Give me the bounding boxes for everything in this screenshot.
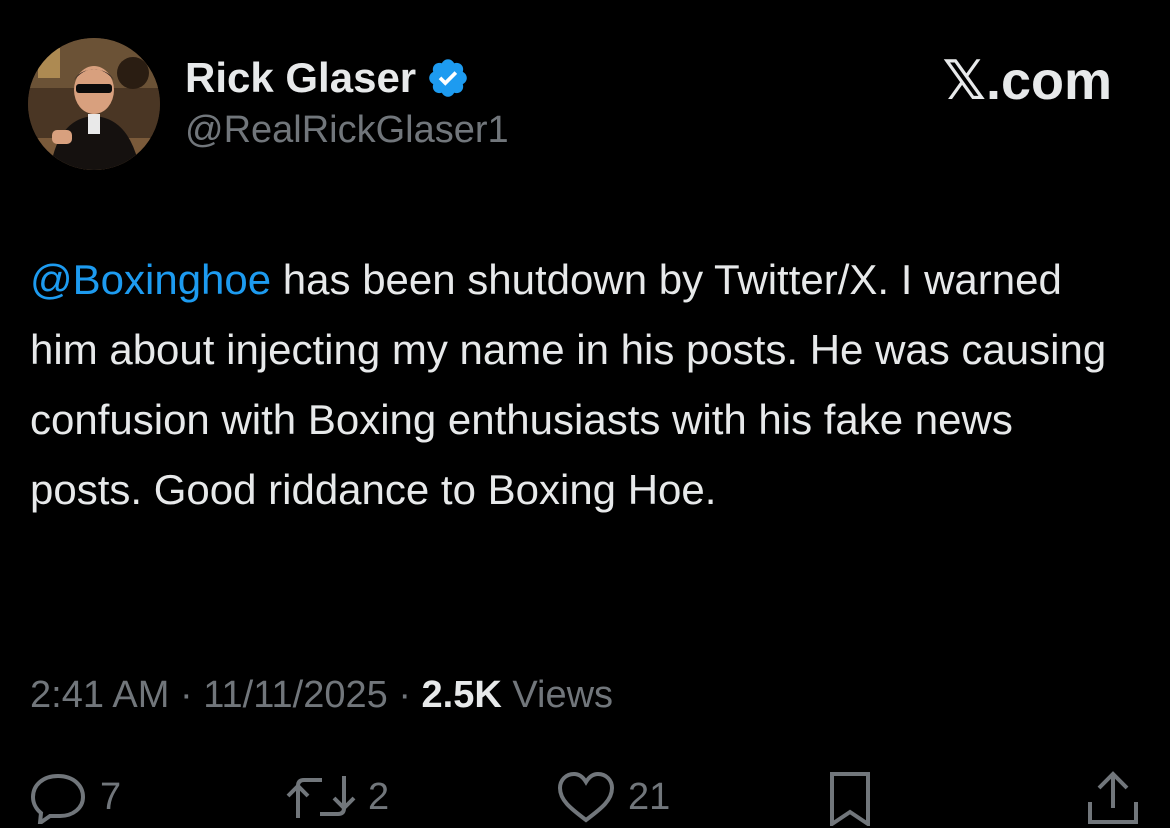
author-name-row[interactable]: Rick Glaser: [185, 52, 470, 104]
like-button[interactable]: 21: [556, 770, 670, 824]
tweet-body: @Boxinghoe has been shutdown by Twitter/…: [30, 245, 1130, 525]
brand-watermark: 𝕏.com: [942, 51, 1112, 111]
share-button[interactable]: [1086, 770, 1140, 826]
bookmark-button[interactable]: [826, 770, 874, 826]
avatar-image: [28, 38, 160, 170]
reply-button[interactable]: 7: [28, 770, 121, 824]
repost-count: 2: [368, 776, 390, 818]
verified-badge-icon: [426, 56, 470, 100]
views-count: 2.5K: [421, 674, 502, 716]
reply-icon: [28, 770, 88, 824]
bookmark-icon: [826, 770, 874, 826]
repost-icon: [286, 770, 356, 824]
tweet-time[interactable]: 2:41 AM: [30, 674, 169, 716]
share-icon: [1086, 770, 1140, 826]
action-bar: 7 2 21: [0, 758, 1170, 828]
mention-link[interactable]: @Boxinghoe: [30, 256, 271, 303]
meta-separator: ·: [179, 674, 193, 716]
author-handle[interactable]: @RealRickGlaser1: [185, 106, 509, 154]
views-label: Views: [512, 674, 614, 716]
tweet-date[interactable]: 11/11/2025: [203, 674, 388, 716]
meta-separator: ·: [398, 674, 411, 716]
display-name[interactable]: Rick Glaser: [185, 52, 416, 104]
like-count: 21: [628, 776, 671, 818]
heart-icon: [556, 770, 616, 824]
tweet-meta: 2:41 AM · 11/11/2025 · 2.5K Views: [30, 668, 613, 722]
avatar[interactable]: [28, 38, 160, 170]
reply-count: 7: [100, 776, 122, 818]
repost-button[interactable]: 2: [286, 770, 389, 824]
